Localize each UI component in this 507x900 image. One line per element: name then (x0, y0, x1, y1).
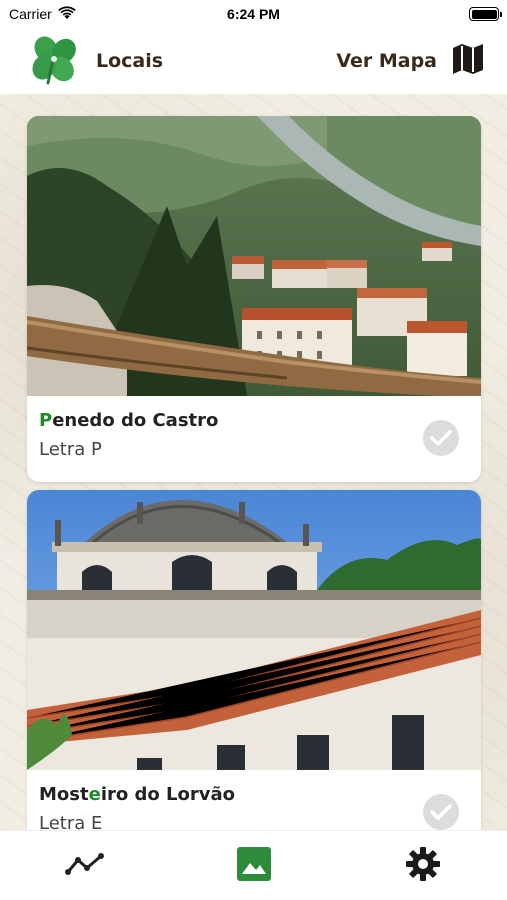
card-body: Penedo do Castro Letra P (27, 396, 481, 482)
battery-icon (469, 7, 502, 21)
wifi-icon (58, 5, 76, 23)
location-title-rest: enedo do Castro (52, 410, 219, 431)
check-circle-icon[interactable] (423, 794, 459, 830)
valley-town-photo (27, 116, 481, 396)
settings-icon (405, 846, 440, 885)
location-title-letter: e (88, 784, 101, 805)
location-title-start: Most (39, 784, 89, 805)
page-title: Locais (96, 50, 164, 72)
monastery-photo (27, 490, 481, 770)
locations-list[interactable]: Penedo do Castro Letra P Mosteiro do Lor… (0, 94, 507, 830)
location-title-rest: iro do Lorvão (100, 784, 235, 805)
location-card[interactable]: Penedo do Castro Letra P (27, 116, 481, 482)
view-map-button[interactable]: Ver Mapa (336, 42, 485, 80)
map-icon (451, 42, 485, 80)
carrier-label: Carrier (9, 6, 52, 22)
nav-left: Locais (26, 31, 163, 91)
status-left: Carrier (9, 5, 76, 23)
check-circle-icon[interactable] (423, 420, 459, 456)
tab-route[interactable] (55, 841, 115, 891)
location-title: Mosteiro do Lorvão (39, 784, 469, 805)
status-bar: Carrier 6:24 PM (0, 0, 507, 28)
tab-gallery[interactable] (224, 841, 284, 891)
nav-bar: Locais Ver Mapa (0, 28, 507, 94)
card-body: Mosteiro do Lorvão Letra E (27, 770, 481, 830)
clover-icon (26, 31, 82, 91)
location-letter: Letra P (39, 439, 102, 460)
location-card[interactable]: Mosteiro do Lorvão Letra E (27, 490, 481, 830)
tab-bar (0, 830, 507, 900)
view-map-label: Ver Mapa (336, 50, 437, 72)
route-icon (64, 852, 105, 880)
location-title: Penedo do Castro (39, 410, 469, 431)
location-title-letter: P (39, 410, 53, 431)
location-letter: Letra E (39, 813, 103, 830)
gallery-icon (236, 846, 271, 885)
tab-settings[interactable] (393, 841, 453, 891)
status-time: 6:24 PM (227, 6, 280, 22)
